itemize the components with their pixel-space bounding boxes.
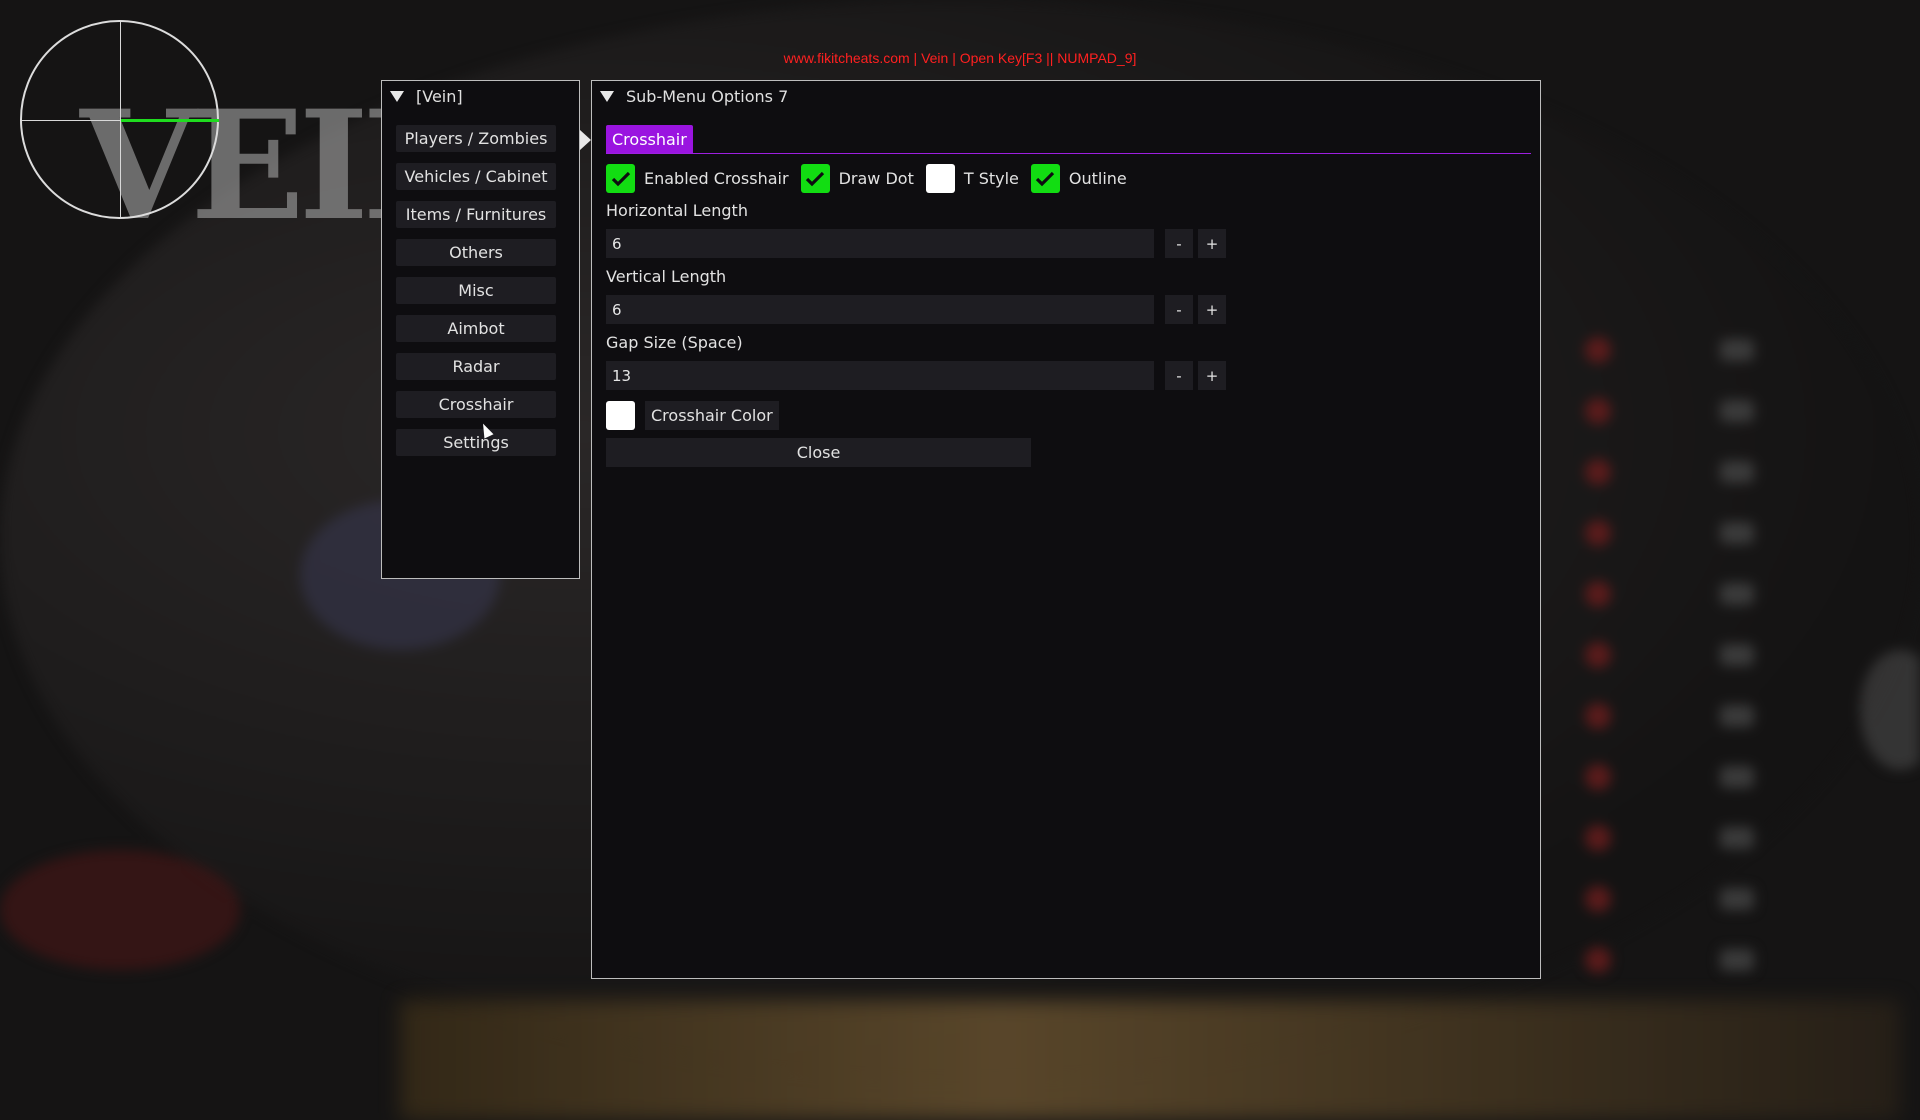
menu-item-items-furnitures[interactable]: Items / Furnitures xyxy=(396,201,556,228)
crosshair-color-row: Crosshair Color xyxy=(606,401,779,430)
main-menu-title-bar[interactable]: [Vein] xyxy=(382,81,579,111)
checkbox-box[interactable] xyxy=(1030,164,1060,193)
checkbox-label: T Style xyxy=(963,169,1019,188)
tab-bar: Crosshair xyxy=(606,125,1531,154)
menu-item-aimbot[interactable]: Aimbot xyxy=(396,315,556,342)
horizontal-length-label: Horizontal Length xyxy=(606,201,748,220)
vertical-length-label: Vertical Length xyxy=(606,267,727,286)
checkbox-box[interactable] xyxy=(925,164,955,193)
radar-horizontal-line xyxy=(22,120,121,121)
checkmark-icon xyxy=(805,171,825,186)
checkbox-label: Outline xyxy=(1068,169,1127,188)
vertical-length-decrement-button[interactable]: - xyxy=(1165,295,1193,324)
close-button[interactable]: Close xyxy=(606,438,1031,467)
checkbox-label: Draw Dot xyxy=(838,169,914,188)
menu-item-vehicles-cabinet[interactable]: Vehicles / Cabinet xyxy=(396,163,556,190)
crosshair-color-button[interactable]: Crosshair Color xyxy=(645,401,779,430)
collapse-triangle-icon[interactable] xyxy=(600,90,614,102)
collapse-triangle-icon[interactable] xyxy=(390,90,404,102)
horizontal-length-input[interactable] xyxy=(606,229,1154,258)
radar-green-line xyxy=(121,119,219,122)
checkbox-enabled-crosshair[interactable]: Enabled Crosshair xyxy=(606,164,789,193)
gap-size-decrement-button[interactable]: - xyxy=(1165,361,1193,390)
menu-item-settings[interactable]: Settings xyxy=(396,429,556,456)
menu-item-misc[interactable]: Misc xyxy=(396,277,556,304)
submenu-arrow-icon xyxy=(580,130,591,150)
watermark-text: www.fikitcheats.com | Vein | Open Key[F3… xyxy=(783,50,1137,66)
gap-size-input[interactable] xyxy=(606,361,1154,390)
checkbox-label: Enabled Crosshair xyxy=(644,169,789,188)
menu-item-crosshair[interactable]: Crosshair xyxy=(396,391,556,418)
gap-size-label: Gap Size (Space) xyxy=(606,333,743,352)
menu-item-others[interactable]: Others xyxy=(396,239,556,266)
checkmark-icon xyxy=(1036,171,1055,186)
crosshair-color-swatch[interactable] xyxy=(606,401,635,430)
checkbox-t-style[interactable]: T Style xyxy=(925,164,1019,193)
horizontal-length-increment-button[interactable]: + xyxy=(1198,229,1226,258)
checkbox-box[interactable] xyxy=(800,164,830,193)
checkmark-icon xyxy=(611,171,630,186)
main-menu-nav: Players / Zombies Vehicles / Cabinet Ite… xyxy=(396,125,556,467)
main-menu-window: [Vein] Players / Zombies Vehicles / Cabi… xyxy=(381,80,580,579)
checkbox-row: Enabled Crosshair Draw Dot T Style Outli… xyxy=(606,164,1139,193)
submenu-title-bar[interactable]: Sub-Menu Options 7 xyxy=(592,81,1540,111)
checkbox-box[interactable] xyxy=(606,164,635,193)
menu-item-players-zombies[interactable]: Players / Zombies xyxy=(396,125,556,152)
background-floor xyxy=(400,1000,1900,1120)
tab-crosshair[interactable]: Crosshair xyxy=(606,125,693,153)
horizontal-length-decrement-button[interactable]: - xyxy=(1165,229,1193,258)
submenu-window: Sub-Menu Options 7 Crosshair Enabled Cro… xyxy=(591,80,1541,979)
vertical-length-increment-button[interactable]: + xyxy=(1198,295,1226,324)
checkbox-outline[interactable]: Outline xyxy=(1030,164,1127,193)
menu-item-radar[interactable]: Radar xyxy=(396,353,556,380)
vertical-length-input[interactable] xyxy=(606,295,1154,324)
main-menu-title: [Vein] xyxy=(416,86,463,106)
gap-size-increment-button[interactable]: + xyxy=(1198,361,1226,390)
checkbox-draw-dot[interactable]: Draw Dot xyxy=(800,164,914,193)
submenu-title: Sub-Menu Options 7 xyxy=(626,86,789,106)
